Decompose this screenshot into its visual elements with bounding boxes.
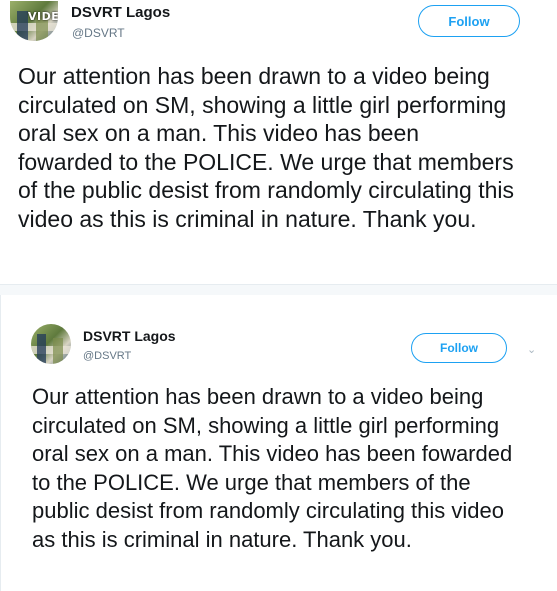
tweet-text: Our attention has been drawn to a video … <box>18 63 514 232</box>
follow-button[interactable]: Follow <box>418 5 520 37</box>
author-handle[interactable]: @DSVRT <box>83 350 131 362</box>
tweet-text: Our attention has been drawn to a video … <box>32 384 513 552</box>
avatar[interactable] <box>31 324 71 364</box>
author-handle[interactable]: @DSVRT <box>72 26 125 40</box>
author-name[interactable]: DSVRT Lagos <box>83 328 176 344</box>
author-name[interactable]: DSVRT Lagos <box>71 4 170 21</box>
chevron-down-icon[interactable]: ⌄ <box>527 343 536 356</box>
divider <box>0 285 557 295</box>
tweet-card: DSVRT Lagos @DSVRT Follow ⌄ Our attentio… <box>0 295 557 591</box>
follow-button[interactable]: Follow <box>411 333 507 363</box>
avatar[interactable]: VIDE <box>10 1 58 41</box>
tweet-card: VIDE DSVRT Lagos @DSVRT Follow Our atten… <box>0 0 557 285</box>
avatar-overlay-text: VIDE <box>28 10 58 23</box>
